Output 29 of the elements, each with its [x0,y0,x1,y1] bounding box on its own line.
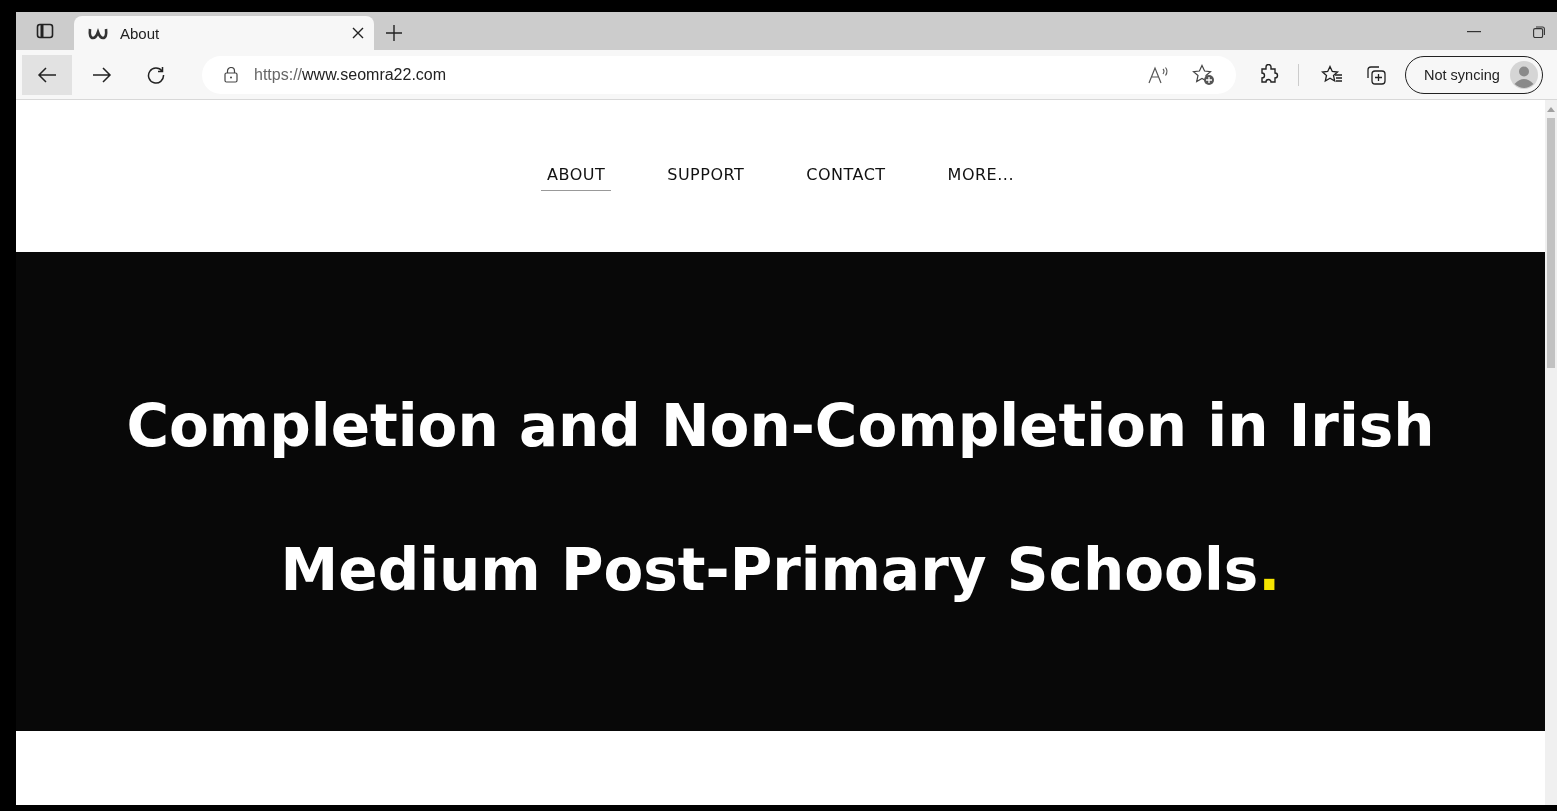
nav-link[interactable]: MORE... [941,161,1020,191]
add-favorite-icon[interactable] [1192,63,1216,86]
back-button[interactable] [22,54,72,95]
browser-tab[interactable]: About [74,16,374,50]
nav-link[interactable]: ABOUT [541,161,612,191]
lock-icon [224,66,238,83]
close-icon[interactable] [352,27,364,39]
tab-actions-icon [36,23,54,39]
nav-link[interactable]: SUPPORT [661,161,751,191]
collections-icon[interactable] [1365,63,1387,86]
scrollbar-thumb[interactable] [1547,118,1555,368]
site-logo-icon [88,26,108,40]
new-tab-icon[interactable] [386,25,402,41]
profile-button[interactable]: Not syncing [1405,55,1543,94]
refresh-icon [147,65,165,84]
address-bar[interactable]: https://www.seomra22.com [202,55,1236,94]
read-aloud-icon[interactable] [1148,65,1170,84]
url-text: https://www.seomra22.com [254,65,447,84]
nav-link[interactable]: CONTACT [800,161,892,191]
extensions-icon[interactable] [1258,63,1280,86]
tab-title: About [120,24,160,42]
hero-title: Completion and Non-Completion in Irish Medium Post-Primary Schools. [126,390,1435,606]
forward-arrow-icon [92,66,112,83]
maximize-icon[interactable] [1533,26,1545,38]
avatar-icon [1509,60,1538,89]
scrollbar[interactable] [1545,100,1557,805]
minimize-icon[interactable] [1467,31,1481,33]
back-arrow-icon [37,66,57,83]
favorites-icon[interactable] [1321,64,1343,85]
